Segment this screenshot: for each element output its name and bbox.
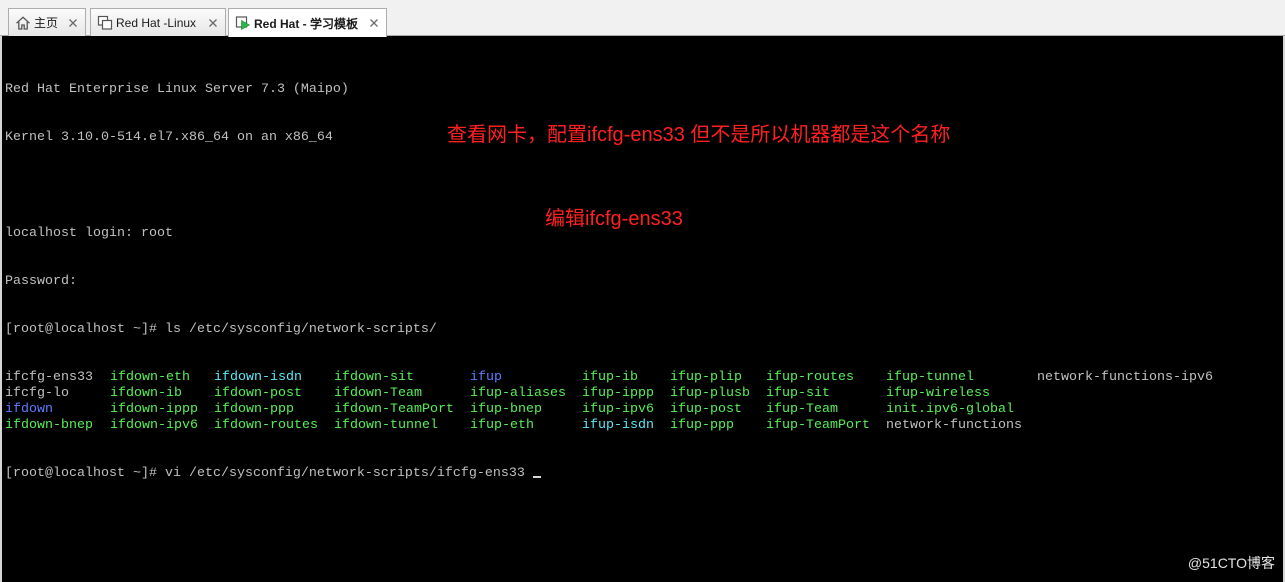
boot-line-os: Red Hat Enterprise Linux Server 7.3 (Mai…	[5, 82, 349, 97]
ls-entry: ifdown-ipv6	[110, 418, 198, 433]
vm-running-icon	[235, 16, 251, 31]
ls-entry: ifup-eth	[470, 418, 534, 433]
tab-label: 主页	[34, 16, 59, 30]
ls-row: ifcfg-lo ifdown-ib ifdown-post ifdown-Team i…	[5, 386, 1213, 402]
ls-row: ifcfg-ens33 ifdown-eth ifdown-isdn ifdown-s…	[5, 370, 1213, 386]
ls-entry: ifdown-TeamPort	[334, 402, 454, 417]
ls-entry: ifup-plip	[670, 370, 742, 385]
vm-icon	[97, 15, 113, 30]
vi-command-line: [root@localhost ~]# vi /etc/sysconfig/ne…	[5, 466, 1213, 482]
ls-entry: ifup-tunnel	[886, 370, 974, 385]
ls-entry: ifup-TeamPort	[766, 418, 870, 433]
tab-red-hat-linux[interactable]: Red Hat -Linux	[90, 8, 226, 36]
tab-home[interactable]: 主页	[8, 8, 86, 36]
ls-entry: ifdown-routes	[214, 418, 318, 433]
ls-entry: ifup	[470, 370, 502, 385]
ls-entry: ifup-ippp	[582, 386, 654, 401]
ls-entry: network-functions	[886, 418, 1022, 433]
ls-entry: ifdown-ib	[110, 386, 182, 401]
ls-output: ifcfg-ens33 ifdown-eth ifdown-isdn ifdown-s…	[5, 370, 1213, 434]
ls-entry: init.ipv6-global	[886, 402, 1014, 417]
ls-entry: ifup-aliases	[470, 386, 566, 401]
watermark: @51CTO博客	[1187, 555, 1275, 571]
ls-entry: ifdown-eth	[110, 370, 190, 385]
ls-entry: ifdown-bnep	[5, 418, 93, 433]
annotation-vi-note: 编辑ifcfg-ens33	[545, 208, 683, 230]
ls-entry: ifup-sit	[766, 386, 830, 401]
ls-entry: ifup-routes	[766, 370, 854, 385]
tab-label: Red Hat - 学习模板	[254, 16, 359, 31]
terminal-cursor	[532, 476, 541, 478]
ls-entry: ifdown-sit	[334, 370, 414, 385]
ls-entry: ifcfg-lo	[5, 386, 69, 401]
close-icon[interactable]	[367, 16, 381, 30]
vi-command-text: [root@localhost ~]# vi /etc/sysconfig/ne…	[5, 466, 525, 481]
ls-entry: ifup-wireless	[886, 386, 990, 401]
ls-entry: ifcfg-ens33	[5, 370, 93, 385]
ls-entry: ifup-ipv6	[582, 402, 654, 417]
home-icon	[16, 15, 30, 30]
close-icon[interactable]	[206, 16, 220, 30]
ls-entry: ifdown-isdn	[214, 370, 302, 385]
ls-entry: ifdown-ppp	[214, 402, 294, 417]
tab-bar: 主页 Red Hat -Linux Red Hat - 学习模板	[0, 0, 1285, 37]
ls-entry: ifup-plusb	[670, 386, 750, 401]
ls-entry: ifdown-post	[214, 386, 302, 401]
ls-entry: ifdown-tunnel	[334, 418, 438, 433]
terminal-console[interactable]: Red Hat Enterprise Linux Server 7.3 (Mai…	[0, 36, 1285, 582]
terminal-output: Red Hat Enterprise Linux Server 7.3 (Mai…	[5, 50, 1213, 514]
tab-red-hat-template[interactable]: Red Hat - 学习模板	[228, 8, 387, 37]
ls-command-line: [root@localhost ~]# ls /etc/sysconfig/ne…	[5, 322, 437, 337]
ls-entry: network-functions-ipv6	[1037, 370, 1213, 385]
password-line: Password:	[5, 274, 77, 289]
tab-label: Red Hat -Linux	[116, 15, 197, 30]
ls-entry: ifdown	[5, 402, 53, 417]
ls-entry: ifup-ppp	[670, 418, 734, 433]
ls-entry: ifdown-ippp	[110, 402, 198, 417]
ls-entry: ifup-post	[670, 402, 742, 417]
close-icon[interactable]	[66, 16, 80, 30]
ls-entry: ifup-ib	[582, 370, 638, 385]
ls-row: ifdown ifdown-ippp ifdown-ppp ifdown-TeamPo…	[5, 402, 1213, 418]
ls-entry: ifup-Team	[766, 402, 838, 417]
annotation-ls-note: 查看网卡，配置ifcfg-ens33 但不是所以机器都是这个名称	[447, 124, 951, 146]
ls-entry: ifup-isdn	[582, 418, 654, 433]
ls-entry: ifdown-Team	[334, 386, 422, 401]
ls-entry: ifup-bnep	[470, 402, 542, 417]
ls-row: ifdown-bnep ifdown-ipv6 ifdown-routes ifdow…	[5, 418, 1213, 434]
